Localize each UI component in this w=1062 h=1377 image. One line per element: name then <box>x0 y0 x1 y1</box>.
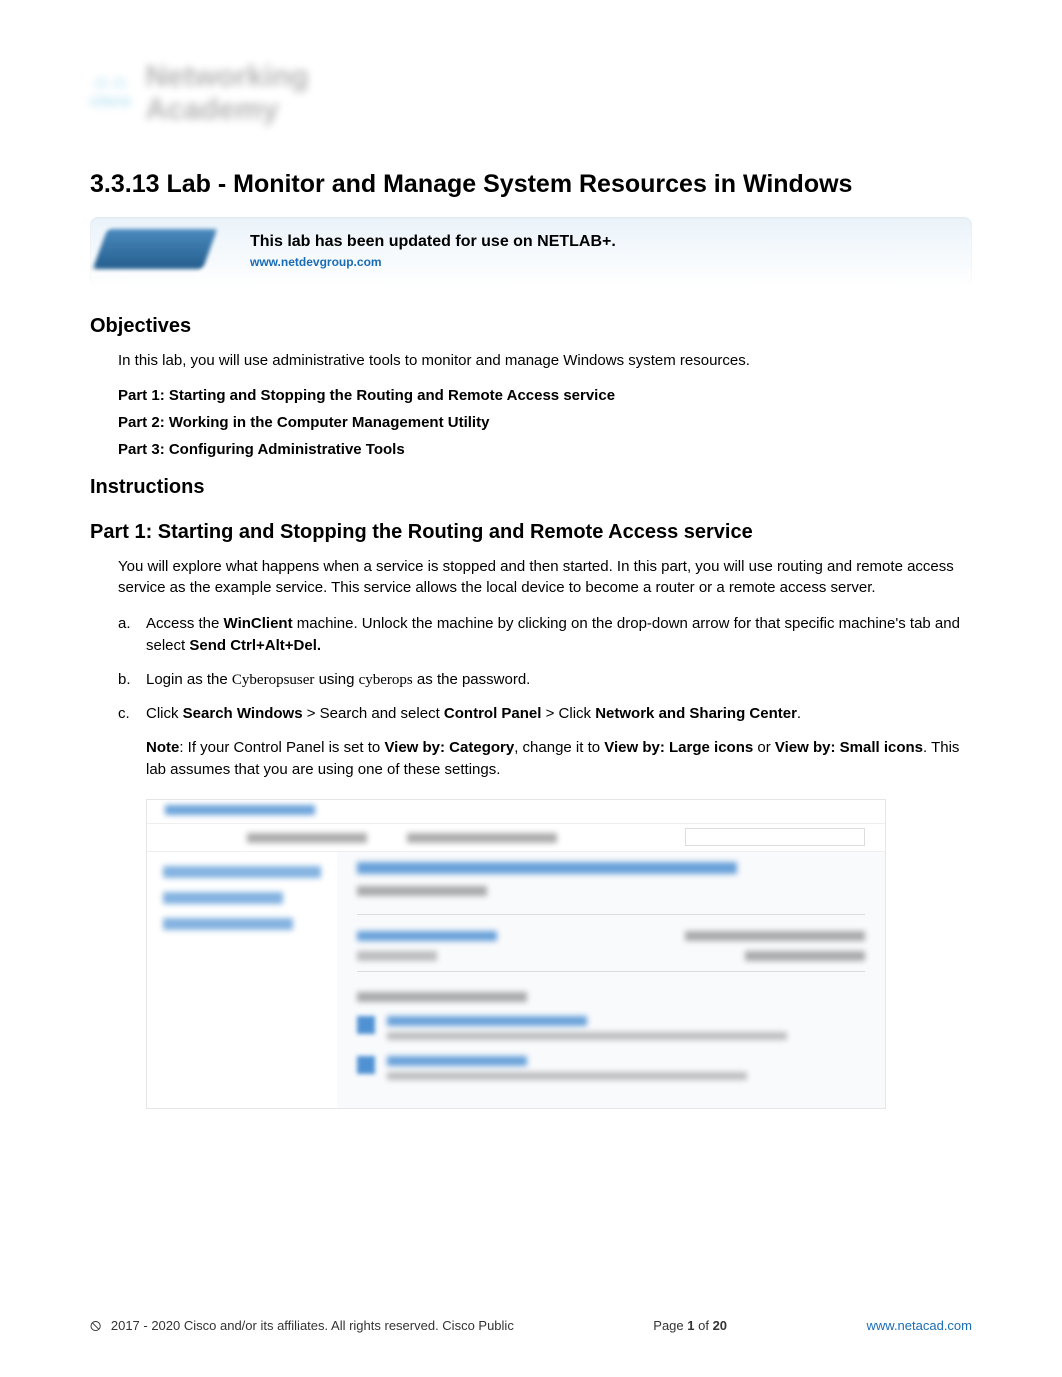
note-bold3: View by: Small icons <box>775 739 923 756</box>
step-c-post: . <box>797 705 801 722</box>
page-number: Page 1 of 20 <box>653 1318 727 1337</box>
copyright-text: 2017 - 2020 Cisco and/or its affiliates.… <box>111 1318 514 1333</box>
note-bold2: View by: Large icons <box>604 739 753 756</box>
part3-label: Part 3: Configuring Administrative Tools <box>118 441 972 458</box>
copyright-icon: 🛇 <box>90 1321 101 1333</box>
step-c: c. Click Search Windows > Search and sel… <box>118 703 972 725</box>
search-box <box>685 828 865 846</box>
window-toolbar <box>147 824 885 852</box>
footer-url[interactable]: www.netacad.com <box>867 1318 973 1337</box>
step-b: b. Login as the Cyberopsuser using cyber… <box>118 669 972 692</box>
troubleshoot-icon <box>357 1056 375 1074</box>
part1-heading: Part 1: Starting and Stopping the Routin… <box>90 521 972 544</box>
sidebar <box>147 852 337 1108</box>
page-of: of <box>695 1318 713 1333</box>
netlab-banner: This lab has been updated for use on NET… <box>90 217 972 287</box>
part1-label: Part 1: Starting and Stopping the Routin… <box>118 387 972 404</box>
brand-logo: ·ılı·ılı·cisco Networking Academy <box>90 60 410 150</box>
step-b-pass: cyberops <box>359 672 413 688</box>
netlab-link[interactable]: www.netdevgroup.com <box>250 255 382 269</box>
page-current: 1 <box>687 1318 694 1333</box>
step-b-mid: using <box>314 671 358 688</box>
step-a: a. Access the WinClient machine. Unlock … <box>118 613 972 657</box>
step-a-letter: a. <box>118 613 131 635</box>
cisco-mark-icon: ·ılı·ılı·cisco <box>90 75 131 111</box>
step-a-bold2: Send Ctrl+Alt+Del. <box>189 637 321 654</box>
main-content <box>337 852 885 1108</box>
brand-line2: Academy <box>145 93 278 126</box>
step-c-arrow2: > <box>541 705 558 722</box>
brand-line1: Networking <box>145 60 308 93</box>
steps-list: a. Access the WinClient machine. Unlock … <box>118 613 972 725</box>
note-bold1: View by: Category <box>384 739 514 756</box>
step-c-mid2: Click <box>559 705 596 722</box>
note-mid1: , change it to <box>514 739 604 756</box>
network-icon <box>357 1016 375 1034</box>
step-b-pre: Login as the <box>146 671 232 688</box>
page-label: Page <box>653 1318 687 1333</box>
note-mid2: or <box>753 739 775 756</box>
step-a-bold1: WinClient <box>224 615 293 632</box>
note-pre: : If your Control Panel is set to <box>179 739 384 756</box>
step-a-pre: Access the <box>146 615 224 632</box>
step-c-bold2: Control Panel <box>444 705 542 722</box>
window-titlebar <box>147 800 885 824</box>
netlab-heading: This lab has been updated for use on NET… <box>250 233 954 251</box>
part1-intro: You will explore what happens when a ser… <box>118 556 972 600</box>
step-b-post: as the password. <box>413 671 531 688</box>
step-c-bold1: Search Windows <box>183 705 303 722</box>
note-block: Note: If your Control Panel is set to Vi… <box>146 737 972 781</box>
step-c-arrow1: > <box>303 705 320 722</box>
objectives-intro: In this lab, you will use administrative… <box>118 350 972 373</box>
instructions-heading: Instructions <box>90 476 972 499</box>
footer-copyright: 🛇 2017 - 2020 Cisco and/or its affiliate… <box>90 1318 514 1337</box>
netlab-logo-icon <box>100 229 230 275</box>
step-b-user: Cyberopsuser <box>232 672 315 688</box>
part2-label: Part 2: Working in the Computer Manageme… <box>118 414 972 431</box>
page-total: 20 <box>713 1318 727 1333</box>
step-c-pre: Click <box>146 705 183 722</box>
step-c-letter: c. <box>118 703 130 725</box>
note-label: Note <box>146 739 179 756</box>
document-title: 3.3.13 Lab - Monitor and Manage System R… <box>90 170 972 199</box>
step-c-bold3: Network and Sharing Center <box>595 705 797 722</box>
objectives-heading: Objectives <box>90 315 972 338</box>
step-c-mid1: Search and select <box>320 705 444 722</box>
step-b-letter: b. <box>118 669 131 691</box>
page-footer: 🛇 2017 - 2020 Cisco and/or its affiliate… <box>90 1318 972 1337</box>
control-panel-screenshot <box>146 799 886 1109</box>
